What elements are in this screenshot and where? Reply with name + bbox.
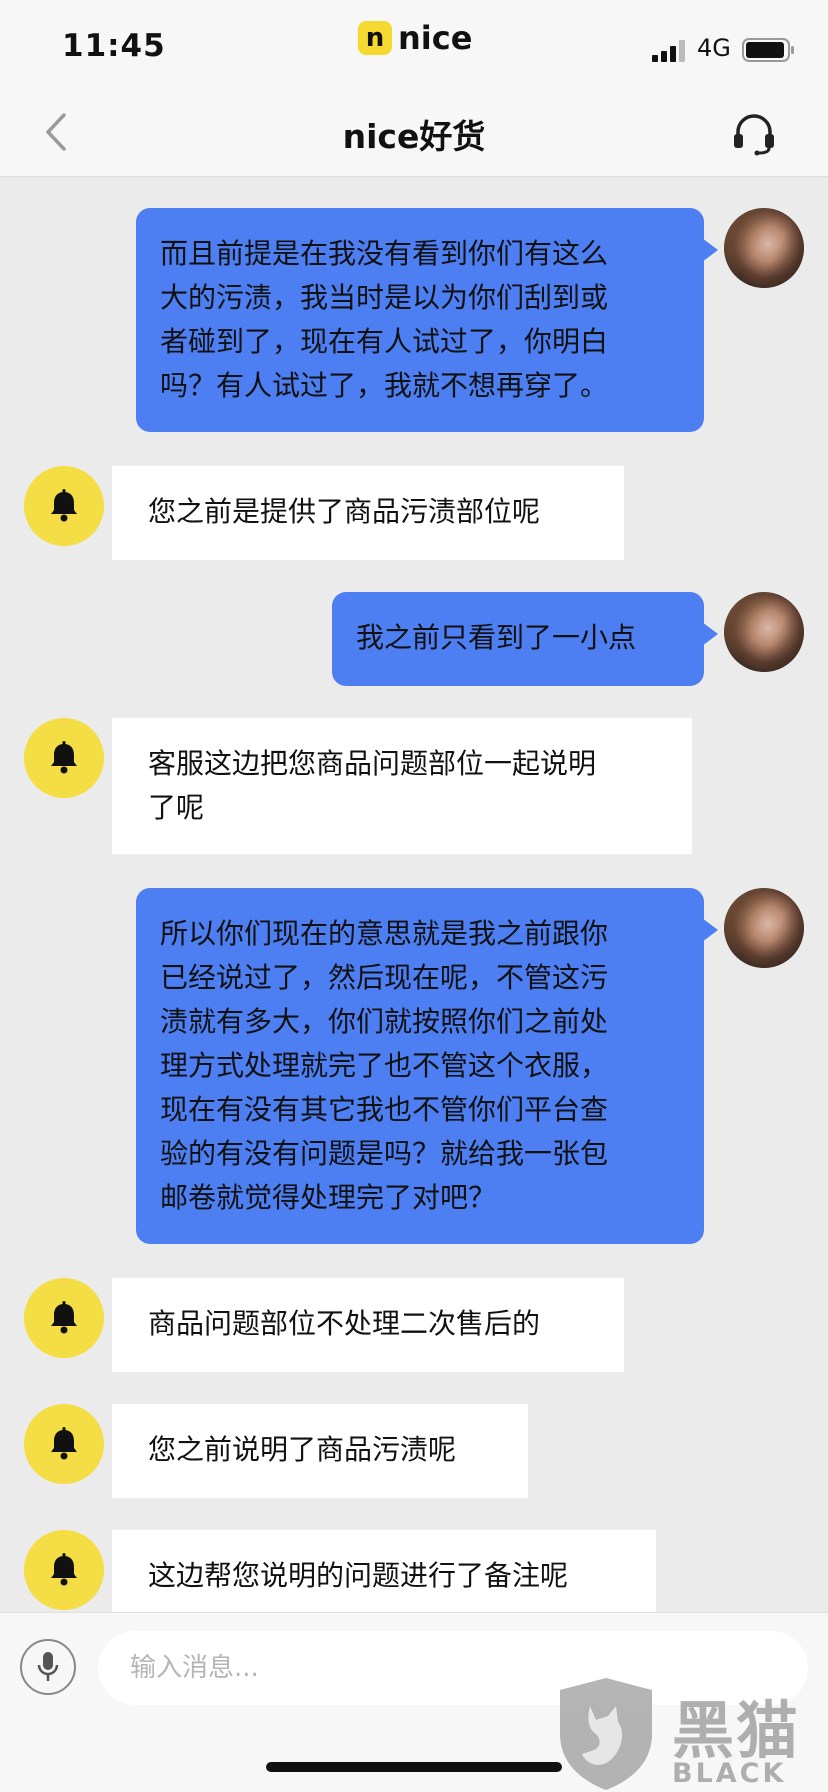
service-message-bubble: 商品问题部位不处理二次售后的	[112, 1278, 624, 1372]
message-text: 商品问题部位不处理二次售后的	[148, 1307, 541, 1340]
network-label: 4G	[697, 34, 731, 62]
message-text: 所以你们现在的意思就是我之前跟你 已经说过了，然后现在呢，不管这污 渍就有多大，…	[160, 917, 609, 1214]
watermark-title: 黑猫	[672, 1694, 801, 1767]
battery-icon	[742, 38, 794, 62]
cat-shield-icon	[560, 1678, 652, 1790]
status-time: 11:45	[62, 28, 166, 64]
user-avatar[interactable]	[724, 208, 804, 288]
nav-bar: nice好货	[0, 88, 828, 177]
service-avatar[interactable]	[24, 1530, 104, 1610]
message-text: 您之前是提供了商品污渍部位呢	[148, 495, 541, 528]
message-text: 您之前说明了商品污渍呢	[148, 1433, 457, 1466]
app-logo-badge: n	[358, 21, 392, 55]
service-message-bubble: 您之前说明了商品污渍呢	[112, 1404, 528, 1498]
watermark-logo: 黑猫 BLACK CAT	[556, 1676, 828, 1792]
app-logo-text: nice	[398, 19, 473, 57]
headset-icon	[734, 114, 774, 156]
microphone-icon	[37, 1652, 59, 1681]
voice-input-button[interactable]	[20, 1639, 76, 1695]
service-message-bubble: 客服这边把您商品问题部位一起说明 了呢	[112, 718, 692, 854]
user-message-bubble: 而且前提是在我没有看到你们有这么 大的污渍，我当时是以为你们刮到或 者碰到了，现…	[136, 208, 718, 432]
service-message-bubble: 这边帮您说明的问题进行了备注呢	[112, 1530, 656, 1624]
bell-icon	[51, 1553, 77, 1586]
message-text: 我之前只看到了一小点	[356, 621, 637, 654]
message-text: 客服这边把您商品问题部位一起说明 了呢	[148, 747, 597, 824]
signal-icon	[652, 40, 685, 62]
message-text: 而且前提是在我没有看到你们有这么 大的污渍，我当时是以为你们刮到或 者碰到了，现…	[160, 237, 609, 402]
service-avatar[interactable]	[24, 466, 104, 546]
user-avatar[interactable]	[724, 592, 804, 672]
service-avatar[interactable]	[24, 718, 104, 798]
user-message-bubble: 我之前只看到了一小点	[332, 592, 718, 686]
app-logo: n nice	[358, 18, 472, 58]
user-avatar[interactable]	[724, 888, 804, 968]
user-message-bubble: 所以你们现在的意思就是我之前跟你 已经说过了，然后现在呢，不管这污 渍就有多大，…	[136, 888, 718, 1244]
page-title: nice好货	[342, 117, 486, 156]
service-avatar[interactable]	[24, 1404, 104, 1484]
bell-icon	[51, 1427, 77, 1460]
status-bar: 11:45 n nice 4G	[0, 0, 828, 88]
bell-icon	[51, 489, 77, 522]
service-message-bubble: 您之前是提供了商品污渍部位呢	[112, 466, 624, 560]
customer-service-button[interactable]	[730, 110, 778, 158]
message-text: 这边帮您说明的问题进行了备注呢	[148, 1559, 569, 1592]
watermark-subtitle: BLACK CAT	[672, 1758, 787, 1792]
bell-icon	[51, 741, 77, 774]
chat-screen: 11:45 n nice 4G nice好货 而且前提是在我没有看到你们有这么 …	[0, 0, 828, 1792]
home-indicator[interactable]	[266, 1762, 562, 1772]
service-avatar[interactable]	[24, 1278, 104, 1358]
bell-icon	[51, 1301, 77, 1334]
